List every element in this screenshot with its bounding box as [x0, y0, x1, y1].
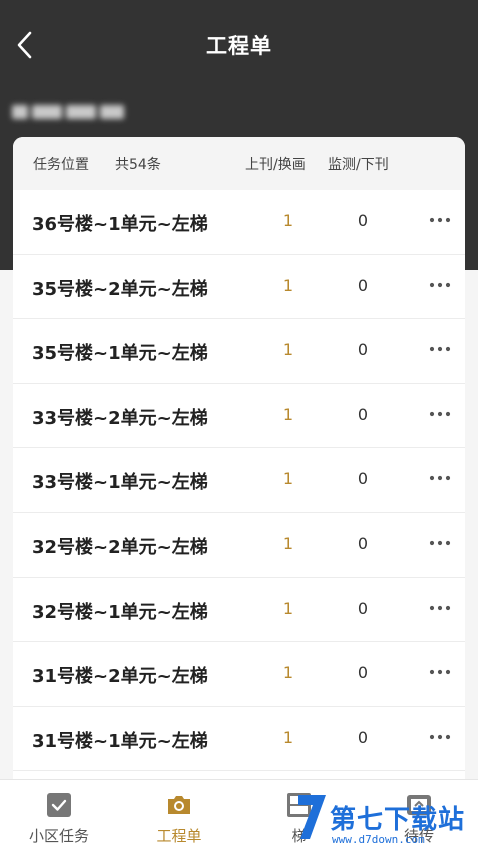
watermark-text: 第七下载站	[330, 805, 466, 835]
table-row[interactable]: 32号楼~1单元~左梯 1 0	[13, 578, 465, 643]
ellipsis-icon	[429, 734, 451, 739]
tab-label: 工程单	[156, 827, 202, 845]
more-options-button[interactable]	[427, 275, 453, 295]
row-monitor-count: 0	[357, 533, 369, 553]
more-options-button[interactable]	[427, 533, 453, 553]
row-location: 31号楼~1单元~左梯	[32, 730, 208, 752]
column-publish: 上刊/换画	[245, 157, 306, 173]
more-options-button[interactable]	[427, 662, 453, 682]
row-location: 32号楼~2单元~左梯	[32, 536, 208, 558]
ellipsis-icon	[429, 605, 451, 610]
row-publish-count: 1	[282, 598, 294, 618]
more-options-button[interactable]	[427, 339, 453, 359]
row-location: 35号楼~1单元~左梯	[32, 343, 208, 365]
table-row[interactable]: 31号楼~2单元~左梯 1 0	[13, 642, 465, 707]
more-options-button[interactable]	[427, 404, 453, 424]
row-location: 33号楼~1单元~左梯	[32, 472, 208, 494]
ellipsis-icon	[429, 347, 451, 352]
row-location: 32号楼~1单元~左梯	[32, 601, 208, 623]
watermark-logo-icon	[298, 795, 326, 839]
table-row[interactable]: 33号楼~2单元~左梯 1 0	[13, 384, 465, 449]
task-list-card: 任务位置 共54条 上刊/换画 监测/下刊 36号楼~1单元~左梯 1 0 35号楼~…	[13, 137, 465, 779]
row-location: 36号楼~1单元~左梯	[32, 214, 208, 235]
row-publish-count: 1	[282, 211, 294, 230]
ellipsis-icon	[429, 540, 451, 546]
more-options-button[interactable]	[427, 210, 453, 230]
watermark-url: www.d7down.com	[332, 833, 425, 846]
row-publish-count: 1	[282, 533, 294, 553]
table-row[interactable]: 33号楼~1单元~左梯 1 0	[13, 448, 465, 513]
more-options-button[interactable]	[427, 727, 453, 747]
tab-work-order[interactable]: 工程单	[124, 780, 234, 850]
table-row[interactable]: 36号楼~1单元~左梯 1 0	[13, 190, 465, 255]
blurred-community-name	[12, 100, 130, 124]
row-monitor-count: 0	[357, 211, 369, 230]
table-row[interactable]: 35号楼~2单元~左梯 1 0	[13, 255, 465, 320]
row-publish-count: 1	[282, 727, 294, 747]
row-publish-count: 1	[282, 340, 294, 360]
ellipsis-icon	[429, 411, 451, 416]
page-title: 工程单	[206, 34, 272, 58]
total-count: 共54条	[115, 157, 161, 173]
tab-community-tasks[interactable]: 小区任务	[4, 780, 114, 850]
column-monitor: 监测/下刊	[328, 157, 389, 173]
row-monitor-count: 0	[357, 663, 369, 683]
camera-icon	[168, 796, 190, 814]
more-options-button[interactable]	[427, 468, 453, 488]
row-location: 31号楼~2单元~左梯	[32, 666, 208, 688]
column-position: 任务位置	[33, 157, 89, 173]
site-watermark: 第七下载站 www.d7down.com	[292, 785, 478, 850]
tab-label: 小区任务	[28, 827, 89, 845]
row-publish-count: 1	[282, 469, 294, 489]
table-row[interactable]: 31号楼~1单元~左梯 1 0	[13, 707, 465, 772]
row-publish-count: 1	[282, 404, 294, 424]
row-location: 33号楼~2单元~左梯	[32, 407, 208, 429]
table-row[interactable]: 32号楼~2单元~左梯 1 0	[13, 513, 465, 578]
row-publish-count: 1	[282, 275, 294, 295]
row-location: 35号楼~2单元~左梯	[32, 278, 208, 300]
row-publish-count: 1	[282, 663, 294, 683]
ellipsis-icon	[429, 282, 451, 287]
more-options-button[interactable]	[427, 598, 453, 618]
table-header: 任务位置 共54条 上刊/换画 监测/下刊	[13, 137, 465, 190]
clipboard-check-icon	[47, 793, 71, 817]
ellipsis-icon	[429, 670, 451, 675]
row-monitor-count: 0	[357, 598, 369, 618]
row-monitor-count: 0	[357, 469, 369, 489]
table-row[interactable]: 35号楼~1单元~左梯 1 0	[13, 319, 465, 384]
row-monitor-count: 0	[357, 404, 369, 424]
row-monitor-count: 0	[357, 340, 369, 360]
ellipsis-icon	[429, 476, 451, 481]
row-monitor-count: 0	[357, 727, 369, 747]
task-list: 36号楼~1单元~左梯 1 0 35号楼~2单元~左梯 1 0 35号楼~1单元~左梯 1 0 3…	[13, 190, 465, 772]
ellipsis-icon	[429, 217, 451, 223]
row-monitor-count: 0	[357, 275, 369, 295]
